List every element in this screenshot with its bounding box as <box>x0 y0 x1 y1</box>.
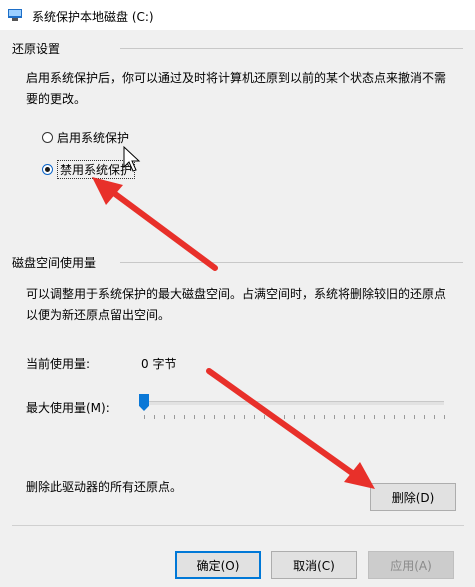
slider-tick <box>364 415 365 419</box>
group-divider <box>120 48 463 49</box>
disk-usage-description: 可以调整用于系统保护的最大磁盘空间。占满空间时，系统将删除较旧的还原点 以便为新… <box>26 287 447 322</box>
group-divider <box>120 262 463 263</box>
disable-protection-radio[interactable]: 禁用系统保护 <box>42 160 136 179</box>
radio-button-checked[interactable] <box>42 164 53 175</box>
disable-protection-label[interactable]: 禁用系统保护 <box>57 160 136 179</box>
slider-tick <box>234 415 235 419</box>
slider-tick <box>254 415 255 419</box>
slider-tick <box>214 415 215 419</box>
title-bar: 系统保护本地磁盘 (C:) <box>0 0 475 30</box>
delete-button[interactable]: 删除(D) <box>370 483 456 511</box>
max-usage-label: 最大使用量(M): <box>26 401 110 415</box>
bottom-separator <box>12 525 464 526</box>
slider-tick <box>334 415 335 419</box>
slider-tick <box>224 415 225 419</box>
red-arrow-to-delete-button <box>206 368 375 489</box>
slider-tick <box>394 415 395 419</box>
slider-tick <box>244 415 245 419</box>
disk-usage-group-label: 磁盘空间使用量 <box>12 256 97 270</box>
slider-tick <box>264 415 265 419</box>
window-title: 系统保护本地磁盘 (C:) <box>32 10 154 24</box>
max-usage-slider-thumb[interactable] <box>139 394 149 411</box>
slider-tick <box>204 415 205 419</box>
red-arrow-to-disable-radio <box>92 177 218 271</box>
restore-settings-group-label: 还原设置 <box>12 42 61 56</box>
slider-tick <box>174 415 175 419</box>
enable-protection-label[interactable]: 启用系统保护 <box>57 129 129 146</box>
slider-tick <box>314 415 315 419</box>
slider-tick <box>184 415 185 419</box>
slider-tick <box>294 415 295 419</box>
enable-protection-radio[interactable]: 启用系统保护 <box>42 129 129 146</box>
slider-tick <box>384 415 385 419</box>
slider-tick <box>444 415 445 419</box>
slider-tick <box>144 415 145 419</box>
slider-tick <box>414 415 415 419</box>
slider-tick <box>434 415 435 419</box>
current-usage-value: 0 字节 <box>141 357 177 371</box>
slider-tick <box>274 415 275 419</box>
system-properties-icon <box>8 9 22 21</box>
slider-tick <box>194 415 195 419</box>
slider-tick <box>374 415 375 419</box>
max-usage-slider-track[interactable] <box>142 401 444 405</box>
slider-tick <box>304 415 305 419</box>
slider-tick <box>344 415 345 419</box>
radio-button-unchecked[interactable] <box>42 132 53 143</box>
delete-restore-points-label: 删除此驱动器的所有还原点。 <box>26 480 183 494</box>
cancel-button[interactable]: 取消(C) <box>271 551 357 579</box>
slider-tick <box>154 415 155 419</box>
slider-tick <box>424 415 425 419</box>
ok-button[interactable]: 确定(O) <box>175 551 261 579</box>
slider-tick <box>164 415 165 419</box>
slider-tick <box>324 415 325 419</box>
slider-tick <box>354 415 355 419</box>
restore-settings-description: 启用系统保护后，你可以通过及时将计算机还原到以前的某个状态点来撤消不需 要的更改… <box>26 71 447 106</box>
current-usage-label: 当前使用量: <box>26 357 91 371</box>
apply-button[interactable]: 应用(A) <box>368 551 454 579</box>
slider-tick <box>284 415 285 419</box>
slider-tick <box>404 415 405 419</box>
